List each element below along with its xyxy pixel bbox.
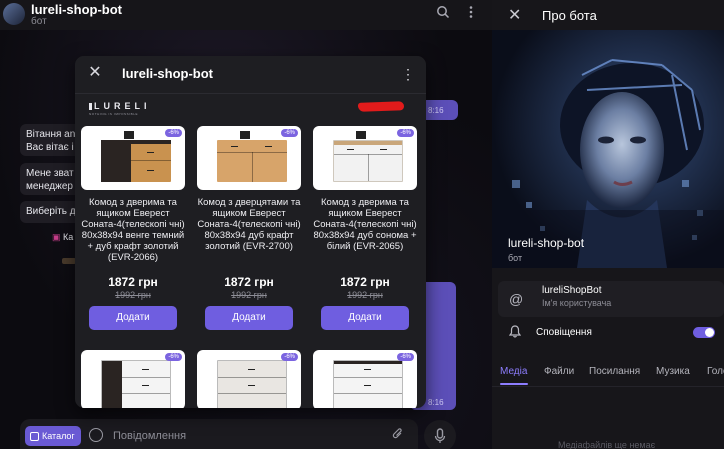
tab-files[interactable]: Файли: [544, 366, 574, 377]
product-card: -6% Комод з дверима та ящиком Еверест Со…: [81, 126, 185, 330]
product-image[interactable]: -6%: [81, 126, 185, 190]
shopping-bag-icon: ▣: [52, 232, 61, 242]
bot-name: lureli-shop-bot: [508, 236, 585, 250]
product-price: 1872 грн: [224, 275, 274, 289]
attach-icon[interactable]: [392, 427, 404, 444]
product-old-price: 1992 грн: [347, 290, 383, 300]
discount-badge: -6%: [397, 129, 414, 137]
active-tab-indicator: [500, 383, 528, 385]
product-price: 1872 грн: [108, 275, 158, 289]
inline-catalog-label: Ка: [63, 232, 74, 242]
product-name: Комод з дверима та ящиком Еверест Соната…: [81, 197, 185, 263]
close-icon[interactable]: ✕: [508, 5, 521, 25]
product-name: Комод з дверима та ящиком Еверест Соната…: [313, 197, 417, 252]
product-old-price: 1992 грн: [231, 290, 267, 300]
discount-badge: -6%: [397, 353, 414, 361]
discount-badge: -6%: [281, 353, 298, 361]
product-name: Комод з дверцятами та ящиком Еверест Сон…: [197, 197, 301, 252]
chat-header[interactable]: lureli-shop-bot бот: [0, 0, 492, 30]
product-price: 1872 грн: [340, 275, 390, 289]
dresser-illustration: [217, 140, 287, 182]
microphone-button[interactable]: [424, 420, 456, 449]
product-image[interactable]: -6%: [197, 126, 301, 190]
discount-badge: -6%: [165, 129, 182, 137]
product-old-price: 1992 грн: [115, 290, 151, 300]
more-vertical-icon[interactable]: ⋮: [401, 65, 415, 83]
toggle-knob: [705, 328, 714, 337]
shop-logo[interactable]: LURELI NOTHING IS IMPOSSIBLE: [89, 101, 151, 116]
bot-info-panel: ✕ Про бота lureli-shop-bot бот @ lureliS…: [492, 0, 724, 449]
search-icon[interactable]: [434, 5, 452, 23]
dresser-illustration: [101, 140, 171, 182]
panel-title: Про бота: [542, 8, 597, 23]
catalog-button[interactable]: Каталог: [25, 426, 81, 446]
product-image[interactable]: -6%: [313, 126, 417, 190]
chat-title: lureli-shop-bot: [31, 2, 122, 17]
username-label: Ім'я користувача: [542, 298, 612, 308]
portrait-illustration: [492, 59, 724, 268]
username-value: lureliShopBot: [542, 285, 602, 296]
close-icon[interactable]: ✕: [86, 64, 104, 82]
redaction-mark: [357, 101, 405, 112]
panel-header: ✕ Про бота: [492, 0, 724, 30]
dresser-illustration: [101, 360, 171, 408]
logo-text: LURELI: [94, 101, 151, 111]
inline-catalog-fragment[interactable]: ▣ Ка: [52, 232, 73, 243]
add-to-cart-button[interactable]: Додати: [321, 306, 409, 330]
header-divider: [75, 93, 426, 94]
chat-area: lureli-shop-bot бот Вітання an Вас вітає…: [0, 0, 492, 449]
tab-links[interactable]: Посилання: [589, 366, 640, 377]
message-time: 8:16: [428, 398, 444, 407]
discount-badge: -6%: [281, 129, 298, 137]
dresser-illustration: [217, 360, 287, 408]
more-vertical-icon[interactable]: [462, 5, 480, 23]
logo-tagline: NOTHING IS IMPOSSIBLE: [89, 112, 139, 116]
product-decor: [124, 131, 134, 139]
add-to-cart-button[interactable]: Додати: [205, 306, 293, 330]
username-row[interactable]: @ lureliShopBot Ім'я користувача: [498, 281, 724, 317]
product-card: -6% Комод з дверима та ящиком Еверест Со…: [313, 126, 417, 330]
small-attachment: [62, 258, 76, 264]
at-sign-icon: @: [509, 291, 524, 307]
bot-type-label: бот: [508, 253, 523, 263]
dresser-illustration: [333, 360, 403, 408]
product-image[interactable]: -6%: [313, 350, 417, 408]
tab-media[interactable]: Медіа: [500, 366, 527, 377]
bell-icon: [509, 325, 521, 338]
catalog-button-label: Каталог: [42, 431, 75, 441]
notifications-label: Сповіщення: [536, 327, 592, 338]
media-tabs: Медіа Файли Посилання Музика Голо: [492, 362, 724, 386]
product-card: -6% Комод з дверцятами та ящиком Еверест…: [197, 126, 301, 330]
catalog-icon: [30, 431, 39, 441]
telegram-app: lureli-shop-bot бот Вітання an Вас вітає…: [0, 0, 724, 449]
product-image[interactable]: -6%: [81, 350, 185, 408]
chat-subtitle: бот: [31, 16, 47, 27]
tab-music[interactable]: Музика: [656, 366, 690, 377]
message-input[interactable]: Повідомлення: [113, 430, 186, 442]
mini-app-window: ✕ lureli-shop-bot ⋮ LURELI NOTHING IS IM…: [75, 56, 426, 408]
tab-voice[interactable]: Голо: [707, 366, 724, 377]
product-image[interactable]: -6%: [197, 350, 301, 408]
emoji-icon[interactable]: [89, 428, 103, 442]
tabs-divider: [492, 386, 724, 387]
logo-bar: [89, 102, 92, 110]
discount-badge: -6%: [165, 353, 182, 361]
bot-profile-photo[interactable]: [492, 30, 724, 268]
dresser-illustration: [333, 140, 403, 182]
mini-app-title: lureli-shop-bot: [122, 66, 213, 81]
notifications-toggle[interactable]: [693, 327, 715, 338]
microphone-icon: [434, 428, 446, 443]
message-time: 8:16: [428, 106, 444, 115]
product-decor: [240, 131, 250, 139]
product-decor: [356, 131, 366, 139]
mini-app-header: ✕ lureli-shop-bot ⋮: [75, 56, 426, 92]
chat-avatar[interactable]: [3, 3, 25, 25]
add-to-cart-button[interactable]: Додати: [89, 306, 177, 330]
media-empty-text: Медіафайлів ще немає: [558, 440, 656, 449]
